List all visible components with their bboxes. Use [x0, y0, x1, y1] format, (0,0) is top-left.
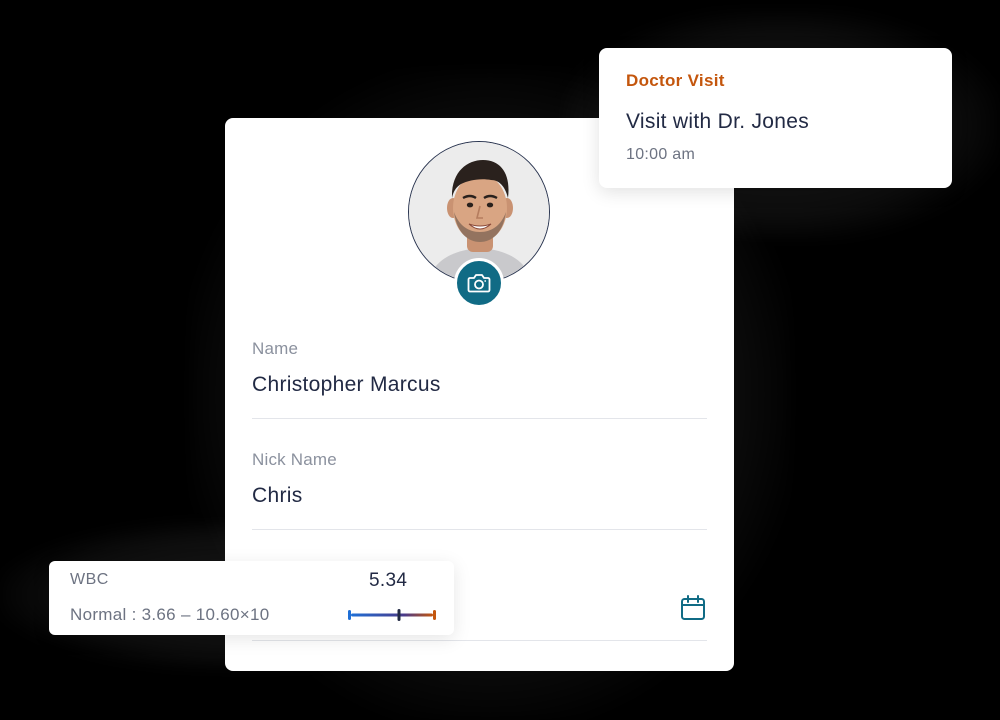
nickname-value[interactable]: Chris [252, 484, 707, 508]
visit-time: 10:00 am [626, 146, 696, 163]
app-canvas: Name Christopher Marcus Nick Name Chris … [0, 0, 1000, 720]
wbc-normal-range: Normal : 3.66 – 10.60×10 [70, 605, 270, 624]
name-value[interactable]: Christopher Marcus [252, 373, 707, 397]
name-label: Name [252, 339, 299, 358]
doctor-visit-card[interactable]: Doctor Visit Visit with Dr. Jones 10:00 … [599, 48, 952, 188]
wbc-range-max-cap [433, 610, 436, 620]
wbc-result-card[interactable]: WBC 5.34 Normal : 3.66 – 10.60×10 [49, 561, 454, 635]
change-photo-button[interactable] [454, 258, 504, 308]
nickname-label: Nick Name [252, 450, 337, 469]
wbc-range-min-cap [348, 610, 351, 620]
nickname-field[interactable]: Nick Name Chris [252, 450, 707, 530]
camera-icon [467, 274, 491, 293]
wbc-range-track [351, 613, 433, 617]
name-field[interactable]: Name Christopher Marcus [252, 339, 707, 419]
calendar-icon [681, 595, 705, 620]
wbc-reading-marker [397, 609, 401, 621]
wbc-range-bar [348, 609, 436, 621]
visit-title: Visit with Dr. Jones [626, 110, 810, 133]
wbc-label: WBC [70, 571, 109, 588]
wbc-value: 5.34 [369, 570, 408, 591]
calendar-button[interactable] [679, 594, 707, 622]
visit-category: Doctor Visit [626, 71, 725, 90]
